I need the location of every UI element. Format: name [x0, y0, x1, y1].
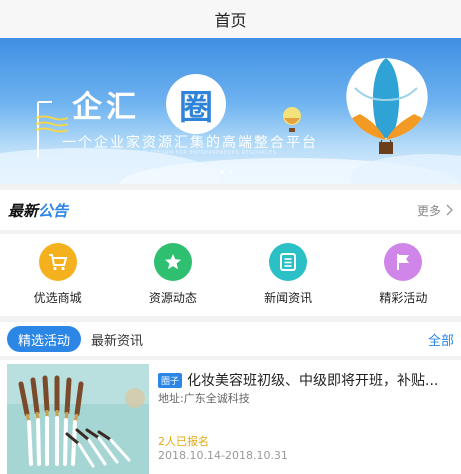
star-icon	[153, 243, 192, 281]
carousel-dot[interactable]	[229, 170, 233, 174]
notice-title-part-b: 公告	[38, 201, 69, 220]
activity-tabs: 精选活动 最新资讯 全部	[0, 322, 461, 356]
category-label: 精彩活动	[379, 291, 428, 305]
notice-title: 最新公告	[8, 200, 68, 221]
activity-list-item[interactable]: 圈子 化妆美容班初级、中级即将开班，补贴... 地址:广东全诚科技 2人已报名 …	[0, 360, 461, 474]
hot-air-balloon	[346, 58, 428, 154]
activity-dates: 2018.10.14-2018.10.31	[158, 449, 288, 462]
banner-slogan-en: A HIGH-END INTEGRATION PLATFORM FOR ENTR…	[64, 150, 277, 156]
tab-featured-activities[interactable]: 精选活动	[7, 326, 82, 352]
carousel-dots	[220, 170, 233, 174]
activity-signups: 2人已报名	[158, 435, 209, 448]
tab-latest-news[interactable]: 最新资讯	[91, 330, 143, 349]
category-grid: 优选商城 资源动态 新闻资讯 精彩活动	[0, 234, 461, 316]
activity-address: 地址:广东全诚科技	[158, 392, 250, 405]
more-label: 更多	[416, 203, 441, 218]
notice-title-part-a: 最新	[8, 201, 39, 220]
carousel-dot[interactable]	[220, 170, 224, 174]
category-item-activities[interactable]: 精彩活动	[346, 234, 461, 316]
more-link[interactable]: 更多	[417, 202, 453, 219]
activity-tag: 圈子	[158, 372, 183, 388]
flag-icon	[384, 243, 423, 281]
category-label: 新闻资讯	[264, 291, 313, 305]
news-icon	[269, 243, 308, 281]
category-item-mall[interactable]: 优选商城	[0, 234, 115, 316]
view-all-link[interactable]: 全部	[428, 330, 454, 349]
activity-title-text: 化妆美容班初级、中级即将开班，补贴...	[187, 373, 439, 389]
notice-bar[interactable]: 最新公告 更多	[0, 190, 461, 230]
activity-title: 圈子 化妆美容班初级、中级即将开班，补贴...	[158, 370, 454, 390]
cart-icon	[38, 243, 77, 281]
top-bar: 首页	[0, 0, 461, 38]
banner-carousel[interactable]: 企汇 圈 一个企业家资源汇集的高端整合平台 A HIGH-END INTEGRA…	[0, 38, 461, 184]
category-label: 资源动态	[148, 291, 197, 305]
category-item-resources[interactable]: 资源动态	[115, 234, 230, 316]
banner-logo-text: 企汇	[72, 90, 140, 125]
category-label: 优选商城	[33, 291, 82, 305]
page-title: 首页	[214, 11, 247, 30]
category-item-news[interactable]: 新闻资讯	[231, 234, 346, 316]
chevron-right-icon	[446, 204, 453, 216]
banner-slogan: 一个企业家资源汇集的高端整合平台	[62, 135, 318, 151]
banner-illustration	[0, 58, 461, 184]
banner-logo-circle: 圈	[166, 74, 226, 134]
activity-thumbnail	[7, 364, 149, 474]
